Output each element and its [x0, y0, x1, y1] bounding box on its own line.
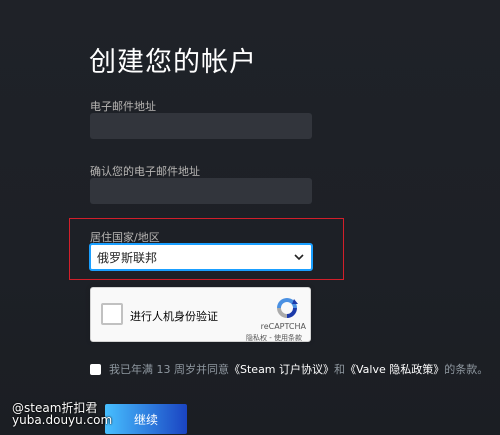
recaptcha-checkbox[interactable]	[101, 303, 123, 325]
chevron-down-icon	[293, 251, 305, 263]
agreement-row: 我已年满 13 周岁并同意 《Steam 订户协议》 和 《Valve 隐私政策…	[90, 361, 488, 377]
confirm-email-label: 确认您的电子邮件地址	[90, 165, 200, 178]
recaptcha-links: 隐私权 - 使用条款	[246, 333, 302, 343]
agreement-checkbox[interactable]	[90, 363, 101, 375]
continue-button[interactable]: 继续	[105, 404, 187, 434]
recaptcha-logo-icon	[274, 295, 300, 321]
valve-privacy-link[interactable]: 《Valve 隐私政策》	[345, 361, 444, 377]
recaptcha-separator: -	[267, 334, 274, 342]
steam-agreement-link[interactable]: 《Steam 订户协议》	[229, 361, 334, 377]
recaptcha-privacy-link[interactable]: 隐私权	[246, 334, 267, 342]
agreement-prefix: 我已年满 13 周岁并同意	[109, 363, 229, 376]
country-select[interactable]: 俄罗斯联邦	[89, 243, 313, 271]
agreement-suffix: 的条款。	[444, 363, 489, 376]
recaptcha-brand: reCAPTCHA	[260, 322, 306, 331]
watermark-line-2: yuba.douyu.com	[12, 413, 113, 427]
recaptcha-label: 进行人机身份验证	[130, 310, 218, 323]
agreement-and: 和	[334, 363, 346, 376]
confirm-email-field[interactable]	[90, 178, 312, 204]
recaptcha-widget: 进行人机身份验证 reCAPTCHA 隐私权 - 使用条款	[90, 287, 311, 342]
email-label: 电子邮件地址	[90, 100, 156, 113]
page-title: 创建您的帐户	[89, 47, 257, 78]
recaptcha-terms-link[interactable]: 使用条款	[274, 334, 302, 342]
email-field[interactable]	[90, 113, 312, 139]
country-select-value: 俄罗斯联邦	[97, 250, 158, 265]
